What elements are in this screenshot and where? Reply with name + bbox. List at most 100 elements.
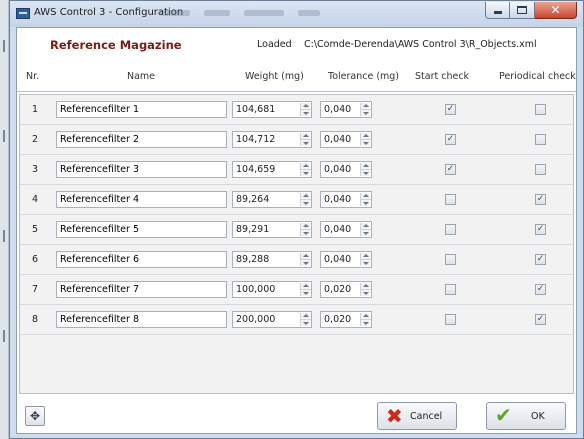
weight-field[interactable]: 104,659 bbox=[232, 161, 312, 178]
tolerance-value: 0,040 bbox=[324, 134, 352, 145]
start-check-checkbox[interactable] bbox=[445, 314, 456, 325]
minimize-button[interactable] bbox=[485, 2, 510, 19]
tolerance-field[interactable]: 0,040 bbox=[320, 191, 372, 208]
maximize-button[interactable] bbox=[510, 2, 535, 19]
name-field[interactable] bbox=[56, 161, 227, 178]
page-title: Reference Magazine bbox=[50, 38, 182, 52]
tolerance-field[interactable]: 0,040 bbox=[320, 221, 372, 238]
tolerance-value: 0,040 bbox=[324, 104, 352, 115]
periodical-check-checkbox[interactable] bbox=[535, 134, 546, 145]
tolerance-field[interactable]: 0,020 bbox=[320, 311, 372, 328]
periodical-check-checkbox[interactable]: ✓ bbox=[535, 224, 546, 235]
row-number: 1 bbox=[31, 104, 39, 115]
row-number: 7 bbox=[31, 284, 39, 295]
weight-spinner-icon[interactable] bbox=[300, 193, 311, 206]
tolerance-spinner-icon[interactable] bbox=[360, 283, 371, 296]
cancel-x-icon: ✖ bbox=[386, 404, 403, 428]
dialog-footer: ✥ ✖ Cancel ✔ OK bbox=[17, 398, 576, 435]
name-field[interactable] bbox=[56, 131, 227, 148]
name-field[interactable] bbox=[56, 191, 227, 208]
name-field[interactable] bbox=[56, 221, 227, 238]
name-field[interactable] bbox=[56, 311, 227, 328]
close-button[interactable]: ✕ bbox=[535, 2, 577, 19]
tolerance-field[interactable]: 0,040 bbox=[320, 101, 372, 118]
weight-value: 104,659 bbox=[236, 164, 276, 175]
column-header-name: Name bbox=[127, 71, 156, 82]
title-bar[interactable]: AWS Control 3 - Configuration ✕ bbox=[10, 1, 583, 27]
table-row: 6 89,288 0,040 ✓ bbox=[20, 245, 573, 275]
weight-value: 104,681 bbox=[236, 104, 276, 115]
start-check-checkbox[interactable] bbox=[445, 254, 456, 265]
weight-field[interactable]: 104,712 bbox=[232, 131, 312, 148]
table-header: Nr. Name Weight (mg) Tolerance (mg) Star… bbox=[17, 62, 576, 92]
tolerance-spinner-icon[interactable] bbox=[360, 103, 371, 116]
weight-field[interactable]: 200,000 bbox=[232, 311, 312, 328]
row-number: 8 bbox=[31, 314, 39, 325]
weight-spinner-icon[interactable] bbox=[300, 253, 311, 266]
tolerance-field[interactable]: 0,040 bbox=[320, 161, 372, 178]
row-number: 3 bbox=[31, 164, 39, 175]
weight-spinner-icon[interactable] bbox=[300, 223, 311, 236]
tolerance-value: 0,040 bbox=[324, 224, 352, 235]
name-field[interactable] bbox=[56, 281, 227, 298]
weight-spinner-icon[interactable] bbox=[300, 313, 311, 326]
periodical-check-checkbox[interactable]: ✓ bbox=[535, 314, 546, 325]
row-number: 2 bbox=[31, 134, 39, 145]
table-row: 7 100,000 0,020 ✓ bbox=[20, 275, 573, 305]
table-row: 3 104,659 0,040 ✓ bbox=[20, 155, 573, 185]
weight-value: 200,000 bbox=[236, 314, 276, 325]
weight-value: 104,712 bbox=[236, 134, 276, 145]
start-check-checkbox[interactable]: ✓ bbox=[445, 164, 456, 175]
window-controls: ✕ bbox=[485, 2, 577, 19]
background-menu-ghost bbox=[160, 10, 390, 18]
name-field[interactable] bbox=[56, 101, 227, 118]
tolerance-spinner-icon[interactable] bbox=[360, 163, 371, 176]
tolerance-spinner-icon[interactable] bbox=[360, 133, 371, 146]
close-icon: ✕ bbox=[550, 3, 561, 17]
dialog-client-area: Reference Magazine Loaded C:\Comde-Deren… bbox=[16, 27, 577, 434]
tolerance-spinner-icon[interactable] bbox=[360, 313, 371, 326]
background-window-edge bbox=[0, 0, 9, 439]
weight-field[interactable]: 89,264 bbox=[232, 191, 312, 208]
maximize-icon bbox=[517, 6, 527, 14]
start-check-checkbox[interactable]: ✓ bbox=[445, 104, 456, 115]
background-tick bbox=[3, 330, 5, 342]
name-field[interactable] bbox=[56, 251, 227, 268]
tolerance-field[interactable]: 0,040 bbox=[320, 251, 372, 268]
periodical-check-checkbox[interactable] bbox=[535, 104, 546, 115]
weight-spinner-icon[interactable] bbox=[300, 103, 311, 116]
start-check-checkbox[interactable] bbox=[445, 284, 456, 295]
move-button[interactable]: ✥ bbox=[25, 406, 45, 426]
weight-field[interactable]: 89,291 bbox=[232, 221, 312, 238]
start-check-checkbox[interactable]: ✓ bbox=[445, 134, 456, 145]
tolerance-value: 0,020 bbox=[324, 314, 352, 325]
start-check-checkbox[interactable] bbox=[445, 224, 456, 235]
weight-spinner-icon[interactable] bbox=[300, 133, 311, 146]
configuration-window: AWS Control 3 - Configuration ✕ Referenc… bbox=[9, 0, 584, 439]
weight-field[interactable]: 104,681 bbox=[232, 101, 312, 118]
tolerance-field[interactable]: 0,040 bbox=[320, 131, 372, 148]
ok-label: OK bbox=[531, 411, 545, 422]
column-header-periodical-check: Periodical check bbox=[499, 71, 576, 82]
tolerance-spinner-icon[interactable] bbox=[360, 193, 371, 206]
table-row: 4 89,264 0,040 ✓ bbox=[20, 185, 573, 215]
periodical-check-checkbox[interactable] bbox=[535, 164, 546, 175]
weight-field[interactable]: 89,288 bbox=[232, 251, 312, 268]
cancel-button[interactable]: ✖ Cancel bbox=[377, 402, 457, 430]
cancel-label: Cancel bbox=[410, 411, 443, 422]
weight-field[interactable]: 100,000 bbox=[232, 281, 312, 298]
periodical-check-checkbox[interactable]: ✓ bbox=[535, 194, 546, 205]
ok-button[interactable]: ✔ OK bbox=[486, 402, 566, 430]
move-icon: ✥ bbox=[29, 409, 41, 423]
weight-spinner-icon[interactable] bbox=[300, 283, 311, 296]
row-number: 6 bbox=[31, 254, 39, 265]
start-check-checkbox[interactable] bbox=[445, 194, 456, 205]
periodical-check-checkbox[interactable]: ✓ bbox=[535, 254, 546, 265]
periodical-check-checkbox[interactable]: ✓ bbox=[535, 284, 546, 295]
weight-spinner-icon[interactable] bbox=[300, 163, 311, 176]
reference-table: 1 104,681 0,040 ✓ 2 104,712 0,040 ✓ 3 10… bbox=[19, 94, 574, 394]
table-row: 2 104,712 0,040 ✓ bbox=[20, 125, 573, 155]
tolerance-spinner-icon[interactable] bbox=[360, 253, 371, 266]
tolerance-field[interactable]: 0,020 bbox=[320, 281, 372, 298]
tolerance-spinner-icon[interactable] bbox=[360, 223, 371, 236]
